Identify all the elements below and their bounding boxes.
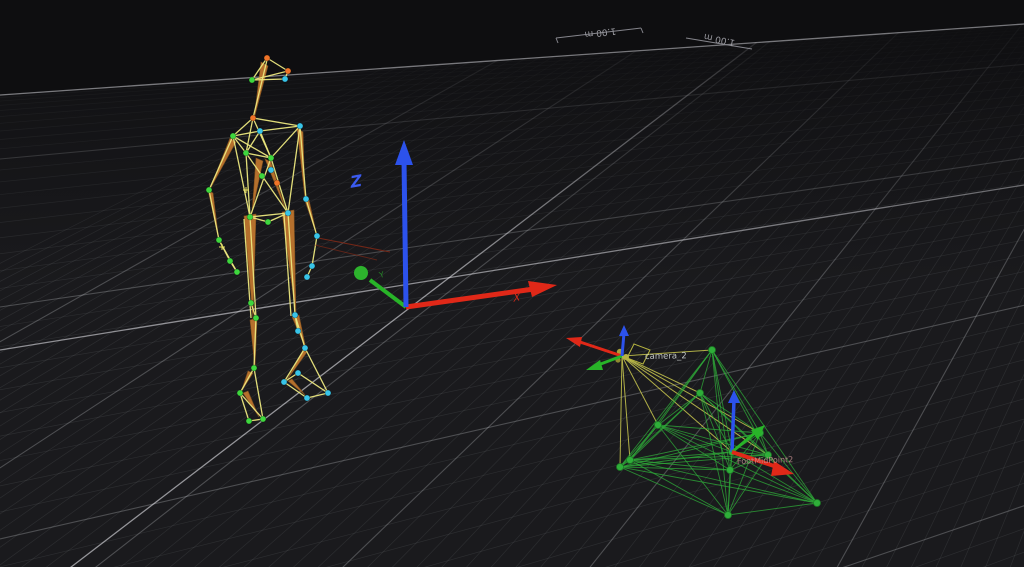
board-vertex[interactable] — [654, 421, 662, 429]
skeleton-joint[interactable] — [246, 213, 254, 221]
skeleton-joint[interactable] — [273, 179, 281, 187]
skeleton-joint[interactable] — [294, 369, 302, 377]
skeleton-joint[interactable] — [226, 257, 234, 265]
skeleton-joint[interactable] — [324, 389, 332, 397]
skeleton-joint[interactable] — [280, 378, 288, 386]
board-vertex[interactable] — [616, 463, 624, 471]
skeleton-joint[interactable] — [281, 75, 289, 83]
skeleton-joint[interactable] — [233, 268, 241, 276]
skeleton-joint[interactable] — [267, 166, 275, 174]
skeleton-joint[interactable] — [301, 344, 309, 352]
skeleton-joint[interactable] — [249, 114, 257, 122]
skeleton-joint[interactable] — [258, 172, 266, 180]
skeleton-joint[interactable] — [313, 232, 321, 240]
skeleton-joint[interactable] — [303, 394, 311, 402]
skeleton-joint[interactable] — [302, 195, 310, 203]
skeleton-joint[interactable] — [205, 186, 213, 194]
skeleton-joint[interactable] — [284, 209, 292, 217]
skeleton-joint[interactable] — [284, 67, 292, 75]
world-axis-y-tip[interactable] — [354, 266, 368, 280]
skeleton-joint[interactable] — [294, 327, 302, 335]
skeleton-joint[interactable] — [252, 314, 260, 322]
world-axis-z-label: Z — [350, 171, 363, 192]
3d-viewport[interactable]: 1.00 m 1.00 m Y X Z camera_2 FootMidPoin… — [0, 0, 1024, 567]
camera-label: camera_2 — [645, 351, 687, 362]
skeleton-joint[interactable] — [308, 262, 316, 270]
camera-body[interactable] — [623, 354, 629, 360]
skeleton-joint[interactable] — [263, 54, 271, 62]
board-vertex[interactable] — [726, 466, 734, 474]
skeleton-joint[interactable] — [264, 218, 272, 226]
skeleton-joint[interactable] — [242, 149, 250, 157]
skeleton-joint[interactable] — [229, 132, 237, 140]
board-vertex[interactable] — [696, 389, 704, 397]
board-vertex[interactable] — [708, 346, 716, 354]
scene-canvas[interactable]: 1.00 m 1.00 m Y X Z camera_2 FootMidPoin… — [0, 0, 1024, 567]
ground-grid — [0, 24, 1024, 567]
skeleton-joint[interactable] — [250, 364, 258, 372]
skeleton-joint[interactable] — [291, 311, 299, 319]
skeleton-joint[interactable] — [215, 236, 223, 244]
camera-axis-z[interactable] — [620, 332, 626, 357]
skeleton-joint[interactable] — [259, 415, 267, 423]
world-axis-z-shaft[interactable] — [401, 159, 409, 308]
skeleton-joint[interactable] — [248, 76, 256, 84]
skeleton-joint[interactable] — [267, 154, 275, 162]
skeleton-joint[interactable] — [247, 299, 255, 307]
board-axis-z[interactable] — [730, 399, 736, 453]
skeleton-joint[interactable] — [245, 417, 253, 425]
skeleton-joint[interactable] — [303, 273, 311, 281]
board-vertex[interactable] — [724, 511, 732, 519]
skeleton-joint[interactable] — [236, 389, 244, 397]
skeleton-joint[interactable] — [256, 127, 264, 135]
board-vertex[interactable] — [626, 456, 634, 464]
skeleton-joint[interactable] — [296, 122, 304, 130]
board-vertex[interactable] — [813, 499, 821, 507]
